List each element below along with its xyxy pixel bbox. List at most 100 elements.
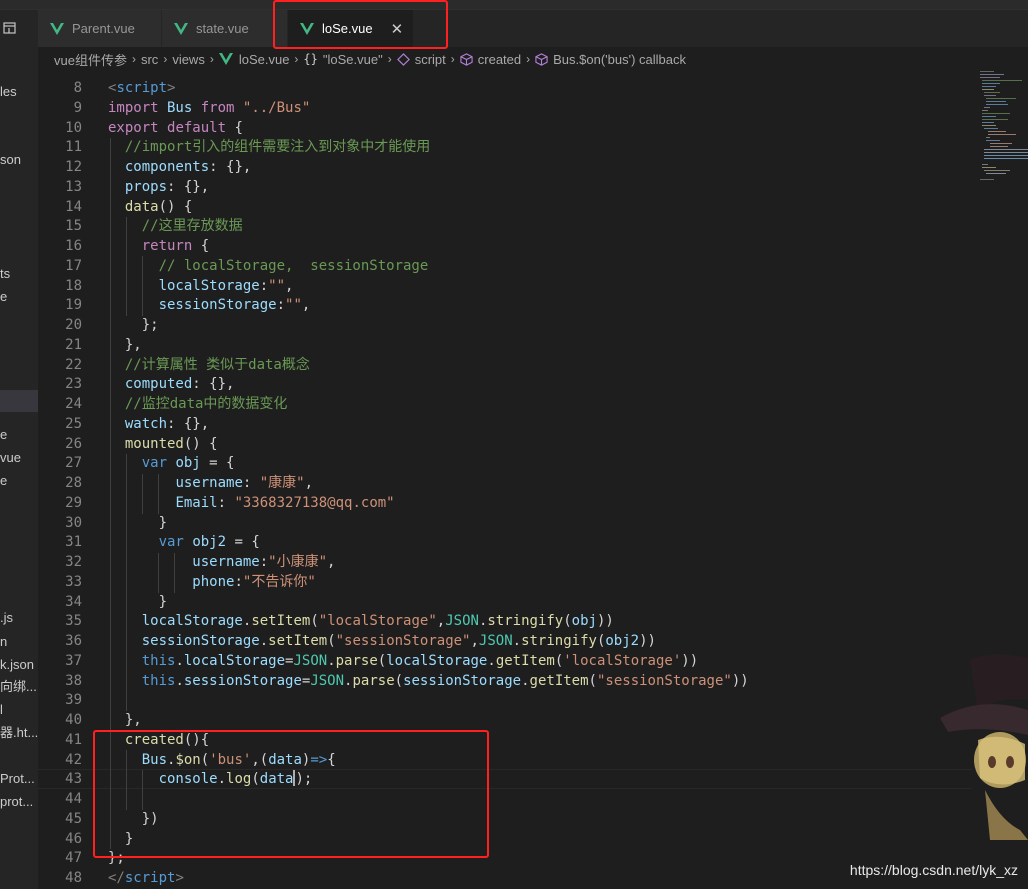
minimap-line: [984, 95, 996, 96]
breadcrumb-callback[interactable]: Bus.$on('bus') callback: [535, 52, 686, 67]
code-line: sessionStorage:"",: [158, 297, 311, 314]
sidebar-item[interactable]: 向绑...: [0, 679, 38, 695]
tab-lose-vue[interactable]: loSe.vue ✕: [288, 10, 414, 47]
line-number: 33: [65, 573, 82, 590]
line-number: 11: [65, 139, 82, 156]
code-line: this.localStorage=JSON.parse(localStorag…: [141, 652, 699, 669]
code-line: created(){: [124, 731, 210, 748]
minimap-line: [986, 173, 1006, 174]
line-number: 27: [65, 455, 82, 472]
line-number: 10: [65, 119, 82, 136]
mascot-illustration: [940, 654, 1028, 840]
sidebar-item[interactable]: n: [0, 634, 38, 650]
line-number: 35: [65, 613, 82, 630]
minimap-line: [986, 98, 1016, 99]
minimap-line: [986, 137, 990, 138]
sidebar-item[interactable]: 器.ht...: [0, 725, 38, 741]
tab-label: state.vue: [196, 21, 249, 36]
editor-tab-bar: Parent.vue state.vue loSe.vue ✕: [38, 10, 1028, 47]
close-icon[interactable]: ✕: [391, 20, 404, 38]
explorer-sidebar: les son ts e e vue e .js n k.json 向绑... …: [0, 10, 38, 889]
line-number: 12: [65, 159, 82, 175]
tab-state-vue[interactable]: state.vue: [162, 10, 288, 47]
line-number: 34: [65, 593, 82, 610]
code-line: };: [108, 317, 159, 333]
sidebar-item[interactable]: les: [0, 84, 38, 100]
sidebar-item[interactable]: e: [0, 289, 38, 305]
code-line: }: [108, 593, 168, 610]
line-number: 18: [65, 277, 82, 294]
breadcrumb: vue组件传参 › src › views › loSe.vue › {} "l…: [38, 47, 1028, 71]
minimap-line: [982, 125, 996, 126]
line-number: 28: [65, 475, 82, 491]
breadcrumb-project[interactable]: vue组件传参: [54, 50, 127, 69]
sidebar-item[interactable]: k.json: [0, 657, 38, 673]
breadcrumb-file[interactable]: loSe.vue: [218, 52, 289, 67]
line-number: 45: [65, 810, 82, 827]
code-line: <script>: [108, 80, 176, 96]
minimap-line: [984, 149, 1028, 150]
code-line: //计算属性 类似于data概念: [108, 356, 310, 373]
line-number: 21: [65, 336, 82, 353]
minimap-line: [990, 146, 1008, 147]
breadcrumb-created[interactable]: created: [460, 52, 521, 67]
minimap-line: [984, 128, 998, 129]
code-line: username:"小康康",: [192, 554, 336, 570]
code-line: Bus.$on('bus',(data)=>{: [141, 751, 336, 768]
breadcrumb-views[interactable]: views: [172, 52, 205, 67]
breadcrumb-script[interactable]: script: [396, 52, 446, 67]
line-number: 36: [65, 633, 82, 649]
code-line: },: [108, 712, 142, 728]
chevron-right-icon: ›: [131, 52, 136, 66]
line-number: 43: [65, 771, 82, 788]
tab-parent-vue[interactable]: Parent.vue: [38, 10, 162, 47]
vscode-window: les son ts e e vue e .js n k.json 向绑... …: [0, 0, 1028, 889]
minimap-line: [980, 71, 994, 72]
sidebar-item[interactable]: .js: [0, 610, 38, 626]
code-line: var obj = {: [141, 455, 235, 472]
tag-icon: [396, 52, 410, 66]
sidebar-item[interactable]: Prot...: [0, 771, 38, 787]
line-number: 32: [65, 554, 82, 570]
line-number: 31: [65, 534, 82, 551]
sidebar-selected-row[interactable]: [0, 390, 38, 412]
code-line: return {: [141, 238, 210, 254]
code-line: }: [108, 830, 134, 847]
minimap-line: [990, 143, 1012, 144]
minimap-line: [984, 158, 1028, 159]
minimap-line: [982, 89, 994, 90]
menu-bar: [0, 0, 1028, 10]
sidebar-item[interactable]: ts: [0, 266, 38, 282]
sidebar-item[interactable]: vue: [0, 450, 38, 466]
code-line: components: {},: [124, 159, 252, 175]
minimap-line: [986, 101, 1006, 102]
code-line: //这里存放数据: [108, 218, 243, 235]
code-line: </script>: [108, 870, 184, 886]
line-number: 26: [65, 435, 82, 452]
collapse-folders-icon[interactable]: [3, 22, 17, 34]
method-cube-icon: [535, 52, 548, 66]
line-number: 44: [65, 791, 82, 807]
code-editor[interactable]: 8 9 10 11 12 13 14 15 16 17 18 19 20 21 …: [38, 71, 1028, 889]
line-number: 41: [65, 731, 82, 748]
breadcrumb-created-label: created: [477, 51, 522, 67]
sidebar-item[interactable]: prot...: [0, 794, 38, 810]
tab-label: Parent.vue: [72, 21, 135, 36]
line-number: 46: [65, 830, 82, 847]
vue-file-icon: [50, 22, 64, 35]
code-line: phone:"不告诉你": [192, 573, 316, 590]
line-number: 47: [65, 850, 82, 867]
breadcrumb-src[interactable]: src: [141, 52, 158, 67]
minimap-line: [982, 113, 1010, 114]
sidebar-item[interactable]: son: [0, 152, 38, 168]
minimap-line: [982, 110, 988, 111]
breadcrumb-object[interactable]: {} "loSe.vue": [303, 52, 382, 67]
vue-file-icon: [218, 53, 233, 65]
sidebar-item[interactable]: l: [0, 702, 38, 718]
sidebar-item[interactable]: e: [0, 473, 38, 489]
breadcrumb-callback-label: Bus.$on('bus') callback: [553, 51, 687, 67]
minimap[interactable]: [978, 71, 1028, 181]
sidebar-item[interactable]: e: [0, 427, 38, 443]
code-line: };: [108, 850, 125, 867]
line-number-gutter: 8 9 10 11 12 13 14 15 16 17 18 19 20 21 …: [38, 71, 82, 889]
